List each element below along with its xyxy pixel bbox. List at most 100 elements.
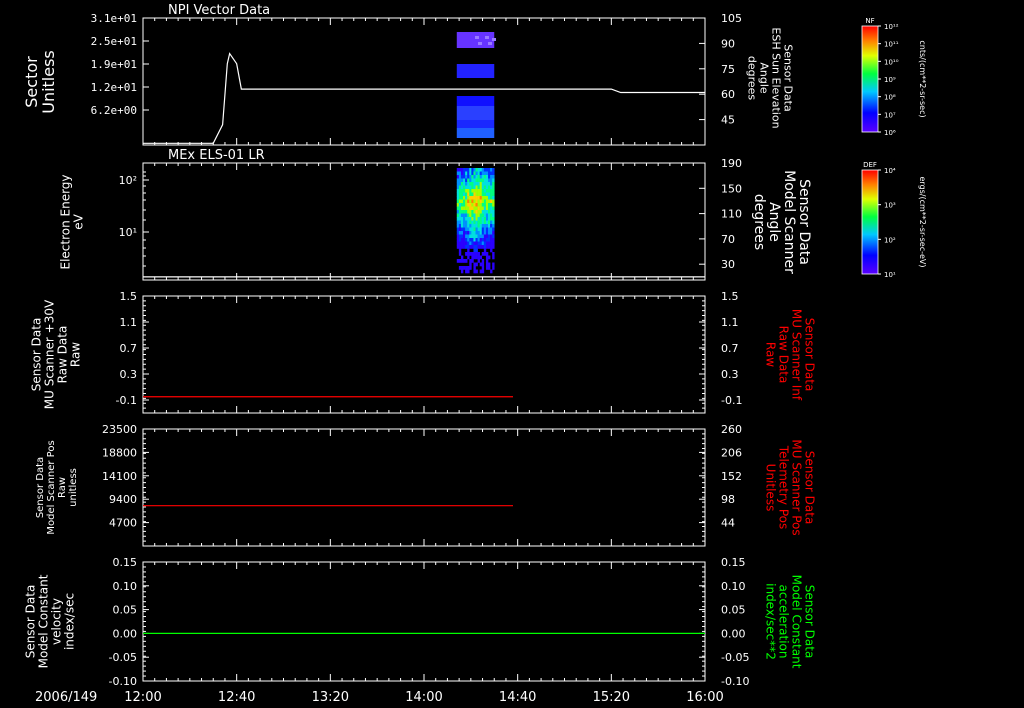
spectrogram-cell <box>460 168 464 172</box>
spectrogram-cell <box>465 259 468 263</box>
y-tick-label: 4700 <box>109 517 137 530</box>
spectrogram-cell <box>456 203 460 207</box>
spectrogram-cell <box>485 224 489 228</box>
spectrogram-cell <box>479 192 483 197</box>
spectrogram-cell <box>465 234 468 239</box>
spectrogram-cell <box>473 192 476 197</box>
spectrogram-cell <box>481 203 485 207</box>
spectrogram-cell <box>488 199 491 204</box>
spectrogram-cell <box>463 234 466 239</box>
spectrogram-cell <box>456 120 495 128</box>
spectrogram-cell <box>456 171 460 176</box>
y-tick-label: 3.1e+01 <box>91 12 137 25</box>
spectrogram-cell <box>463 203 466 207</box>
colorbar-units: ergs/(cm**2-sr-sec-eV) <box>918 176 927 267</box>
spectrogram-cell <box>467 269 470 274</box>
spectrogram-cell <box>465 213 468 218</box>
spectrogram-cell <box>471 189 474 193</box>
spectrogram-cell <box>475 36 479 39</box>
colorbar-units: cnts/(cm**2-sr-sec) <box>918 40 927 117</box>
spectrogram-cell <box>458 227 462 232</box>
spectrogram-cell <box>458 234 462 239</box>
spectrogram-cell <box>477 241 480 246</box>
spectrogram-cell <box>475 224 478 228</box>
x-tick-label: 14:40 <box>499 690 536 705</box>
y-tick-label: -0.1 <box>116 394 137 407</box>
spectrogram-cell <box>465 178 468 183</box>
y-tick-label: 1.5 <box>721 290 739 303</box>
spectrogram-cell <box>483 178 487 183</box>
y-tick-label: -0.1 <box>721 394 742 407</box>
spectrogram-cell <box>460 182 464 186</box>
spectrogram-cell <box>471 168 474 172</box>
spectrogram-cell <box>483 192 487 197</box>
colorbar-units-group: ergs/(cm**2-sr-sec-eV) <box>918 176 927 267</box>
spectrogram-cell <box>463 259 466 263</box>
colorbar-tick-label: 10¹ <box>884 271 896 279</box>
axis-label: Model Scanner <box>781 170 797 274</box>
spectrogram-cell <box>456 175 460 179</box>
spectrogram-cell <box>488 266 491 270</box>
spectrogram-cell <box>463 199 466 204</box>
spectrogram-cell <box>477 231 480 235</box>
spectrogram-cell <box>490 245 493 249</box>
spectrogram-cell <box>458 217 462 221</box>
spectrogram-cell <box>456 259 460 263</box>
y-tick-label: 0.7 <box>721 342 739 355</box>
spectrogram-cell <box>475 196 478 200</box>
spectrogram-cell <box>477 238 480 242</box>
spectrogram-cell <box>460 213 464 218</box>
spectrogram-cell <box>477 234 480 239</box>
spectrogram-cell <box>492 178 495 183</box>
spectrogram-cell <box>485 234 489 239</box>
y-tick-label: 0.15 <box>721 556 746 569</box>
spectrogram-cell <box>488 178 491 183</box>
spectrogram-cell <box>477 213 480 218</box>
spectrogram-cell <box>467 227 470 232</box>
axis-label: eV <box>72 213 86 229</box>
spectrogram-cell <box>492 227 495 232</box>
spectrogram-cell <box>490 196 493 200</box>
spectrogram-cell <box>492 224 495 228</box>
spectrogram-cell <box>488 189 491 193</box>
spectrogram-cell <box>473 231 476 235</box>
x-tick-label: 13:20 <box>312 690 349 705</box>
spectrogram-cell <box>473 269 476 274</box>
spectrogram-cell <box>471 217 474 221</box>
spectrogram-cell <box>490 269 493 274</box>
spectrogram-cell <box>463 175 466 179</box>
spectrogram-cell <box>471 227 474 232</box>
spectrogram-cell <box>469 175 472 179</box>
axis-label-group: Sensor DataMU Scanner PosTelemetry PosUn… <box>764 439 817 535</box>
spectrogram-cell <box>481 231 485 235</box>
axis-label: Raw <box>69 342 83 367</box>
spectrogram-cell <box>485 259 489 263</box>
spectrogram-cell <box>479 231 483 235</box>
spectrogram-cell <box>488 231 491 235</box>
spectrogram-cell <box>458 206 462 211</box>
spectrogram-cell <box>467 224 470 228</box>
colorbar <box>861 169 879 275</box>
spectrogram-cell <box>460 238 464 242</box>
spectrogram-cell <box>471 182 474 186</box>
spectrogram-cell <box>481 241 485 246</box>
spectrogram-cell <box>473 224 476 228</box>
axis-label: Model Constant <box>790 575 804 669</box>
axis-label: degrees <box>751 194 767 250</box>
spectrogram-cell <box>490 217 493 221</box>
spectrogram-cell <box>456 96 495 106</box>
spectrogram-cell <box>485 182 489 186</box>
spectrogram-cell <box>485 220 489 225</box>
colorbar-tick-label: 10⁷ <box>884 111 896 119</box>
spectrogram-cell <box>473 213 476 218</box>
spectrogram-cell <box>456 32 495 48</box>
spectrogram-cell <box>458 220 462 225</box>
spectrogram-cell <box>492 196 495 200</box>
spectrogram-cell <box>488 206 491 211</box>
spectrogram-cell <box>479 189 483 193</box>
axis-label: Raw <box>57 477 68 498</box>
spectrogram-cell <box>485 185 489 190</box>
spectrogram-cell <box>463 168 466 172</box>
spectrogram-cell <box>488 192 491 197</box>
spectrogram-cell <box>475 178 478 183</box>
